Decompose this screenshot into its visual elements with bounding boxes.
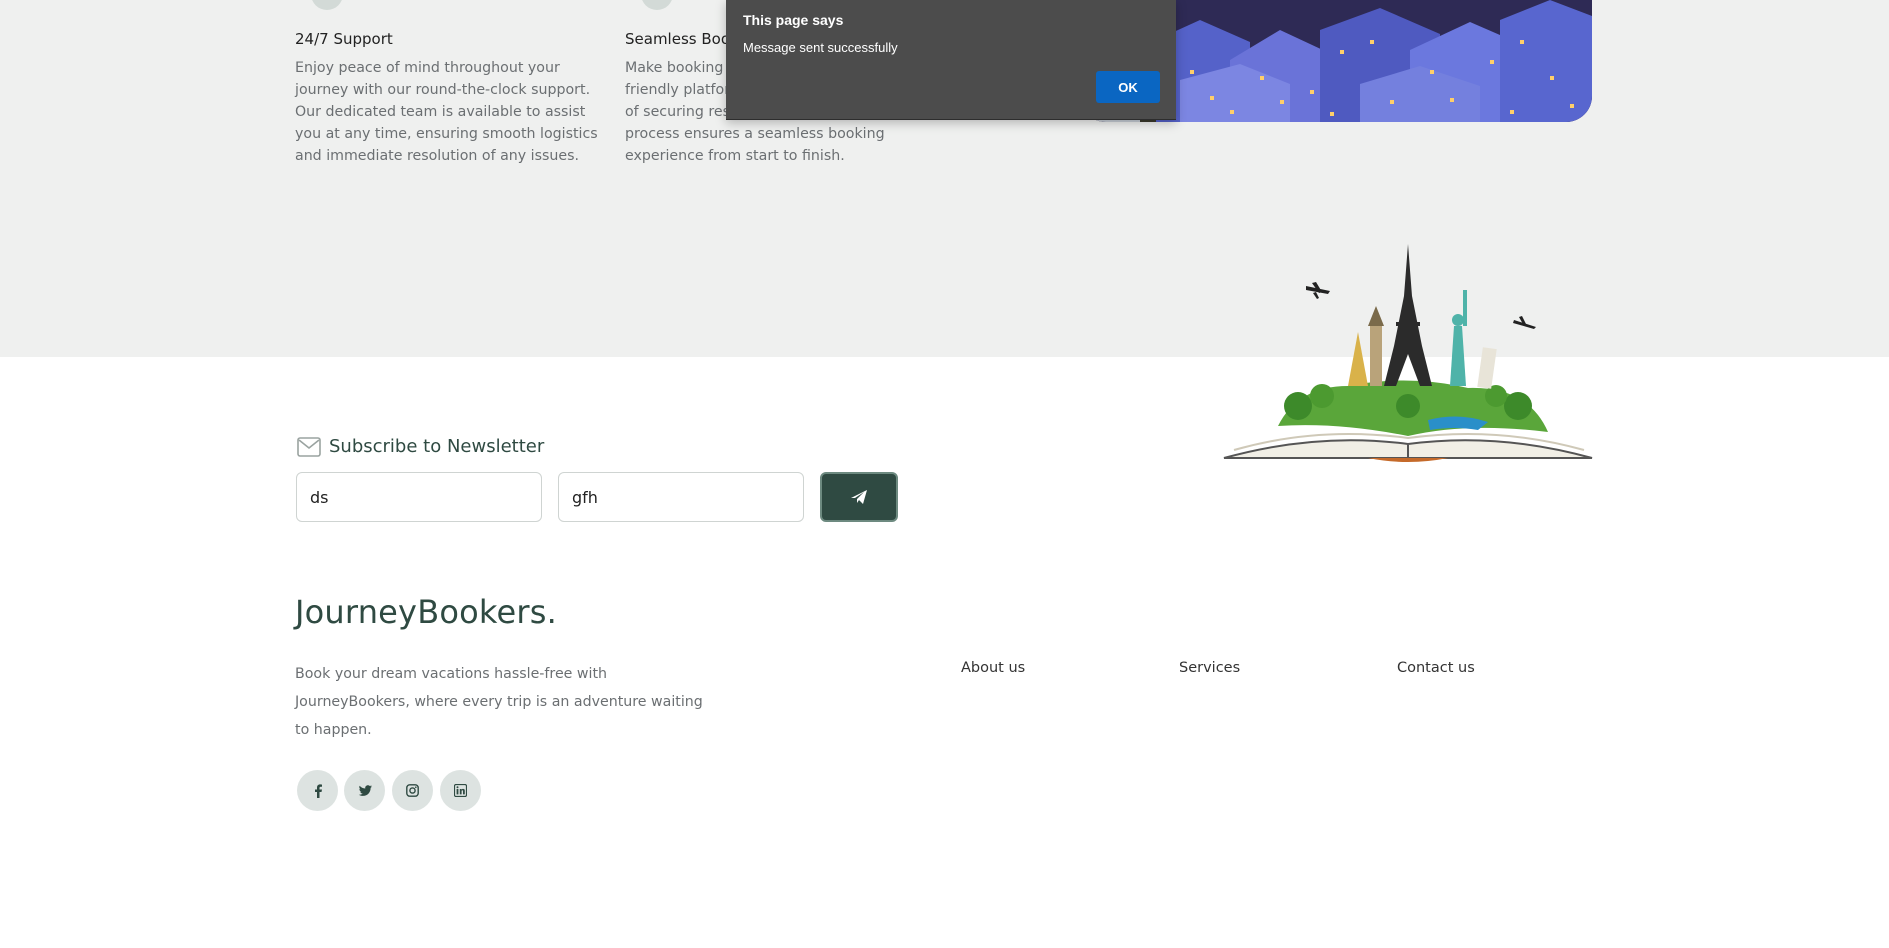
newsletter-heading: Subscribe to Newsletter — [297, 436, 544, 457]
facebook-icon — [314, 783, 322, 798]
support-icon — [311, 0, 343, 10]
newsletter-email-field[interactable] — [558, 472, 804, 522]
dialog-title: This page says — [743, 12, 844, 28]
footer-link-contact[interactable]: Contact us — [1397, 660, 1475, 676]
booking-icon — [641, 0, 673, 10]
airplane-icon — [1306, 282, 1536, 329]
travel-book-illustration — [1218, 236, 1608, 462]
linkedin-icon — [454, 784, 467, 797]
instagram-button[interactable] — [392, 770, 433, 811]
feature-text: Enjoy peace of mind throughout your jour… — [295, 60, 598, 164]
footer-brand: JourneyBookers. — [295, 593, 557, 631]
alert-dialog: This page says Message sent successfully… — [726, 0, 1176, 120]
twitter-button[interactable] — [344, 770, 385, 811]
send-button[interactable] — [820, 472, 898, 522]
facebook-button[interactable] — [297, 770, 338, 811]
twitter-icon — [358, 784, 372, 796]
feature-title: 24/7 Support — [295, 30, 393, 48]
footer-link-about[interactable]: About us — [961, 660, 1025, 676]
dialog-message: Message sent successfully — [743, 40, 898, 55]
linkedin-button[interactable] — [440, 770, 481, 811]
ok-button[interactable]: OK — [1096, 71, 1160, 103]
newsletter-name-field[interactable] — [296, 472, 542, 522]
footer-description: Book your dream vacations hassle-free wi… — [295, 666, 703, 738]
instagram-icon — [406, 784, 419, 797]
newsletter-label: Subscribe to Newsletter — [329, 436, 545, 457]
footer-link-services[interactable]: Services — [1179, 660, 1240, 676]
mail-icon — [297, 436, 321, 457]
paper-plane-icon — [851, 490, 867, 504]
